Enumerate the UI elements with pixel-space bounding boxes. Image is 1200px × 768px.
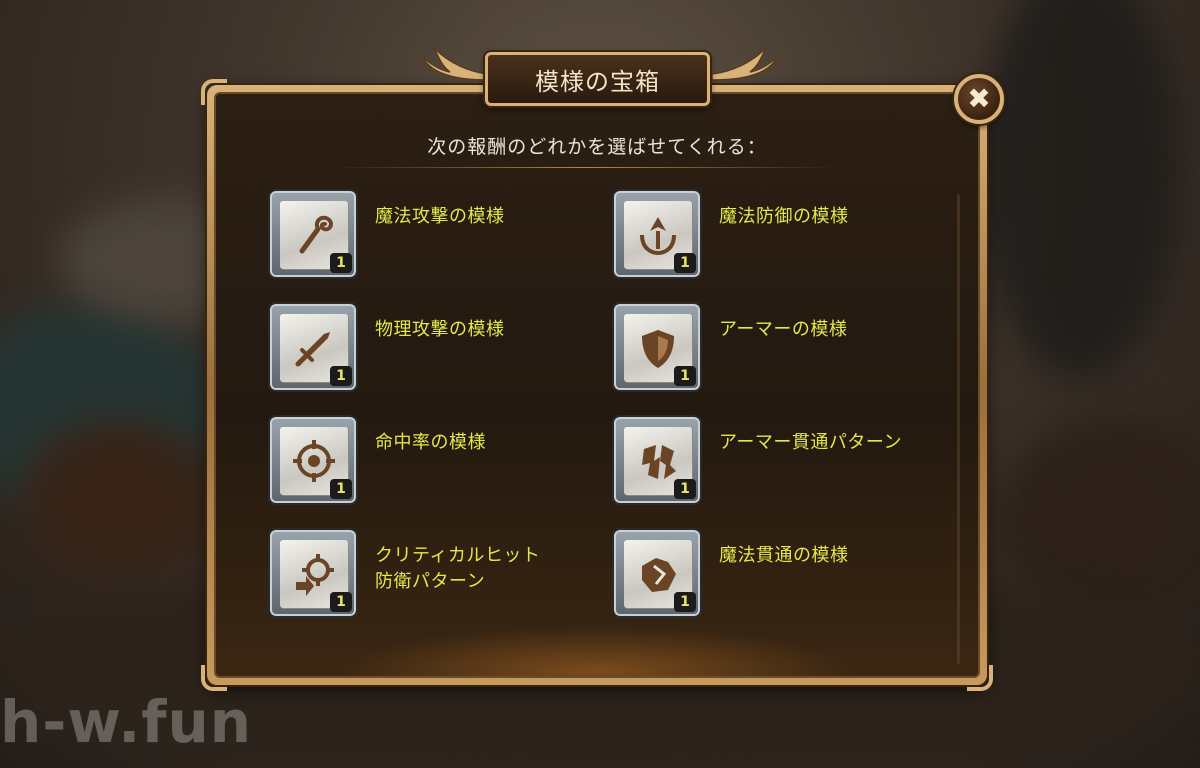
wing-ornament-right-icon [711,47,779,81]
item-quantity: 1 [330,253,352,273]
scrollbar[interactable] [957,194,960,664]
reward-dialog: 次の報酬のどれかを選ばせてくれる： 1 魔法攻撃の模様 1 物理攻撃の模様 1 … [201,79,993,691]
reward-item-armor[interactable]: 1 アーマーの模様 [612,302,942,397]
item-quantity: 1 [674,366,696,386]
item-label: クリティカルヒット 防衛パターン [375,545,541,592]
item-label: 命中率の模様 [375,432,486,453]
item-label: アーマー貫通パターン [719,432,903,453]
reward-item-magic-defense[interactable]: 1 魔法防御の模様 [612,189,942,284]
close-button[interactable]: ✖ [954,74,1004,124]
reward-item-magic-pierce[interactable]: 1 魔法貫通の模様 [612,528,942,623]
item-label: アーマーの模様 [719,319,848,340]
title-plate: 模様の宝箱 [485,52,710,106]
divider [336,167,838,168]
item-label: 魔法貫通の模様 [719,545,849,566]
wing-ornament-left-icon [421,47,489,81]
item-quantity: 1 [330,479,352,499]
item-quantity: 1 [674,592,696,612]
item-slot: 1 [612,302,702,392]
item-quantity: 1 [674,253,696,273]
close-icon: ✖ [967,82,991,115]
item-slot: 1 [268,528,358,618]
item-label: 魔法防御の模様 [719,206,849,227]
item-slot: 1 [612,415,702,505]
dialog-title: 模様の宝箱 [535,67,660,96]
item-slot: 1 [612,528,702,618]
item-label: 魔法攻撃の模様 [375,206,505,227]
dialog-panel: 次の報酬のどれかを選ばせてくれる： 1 魔法攻撃の模様 1 物理攻撃の模様 1 … [214,92,980,678]
reward-item-critical-defense[interactable]: 1 クリティカルヒット 防衛パターン [268,528,598,623]
item-quantity: 1 [330,366,352,386]
reward-item-armor-pierce[interactable]: 1 アーマー貫通パターン [612,415,942,510]
item-slot: 1 [268,189,358,279]
watermark: h-w.fun [0,688,253,756]
item-slot: 1 [612,189,702,279]
reward-item-accuracy[interactable]: 1 命中率の模様 [268,415,598,510]
item-slot: 1 [268,302,358,392]
reward-item-physical-attack[interactable]: 1 物理攻撃の模様 [268,302,598,397]
item-quantity: 1 [674,479,696,499]
reward-item-magic-attack[interactable]: 1 魔法攻撃の模様 [268,189,598,284]
item-label: 物理攻撃の模様 [375,319,505,340]
item-quantity: 1 [330,592,352,612]
item-slot: 1 [268,415,358,505]
dialog-subtitle: 次の報酬のどれかを選ばせてくれる： [427,136,767,158]
